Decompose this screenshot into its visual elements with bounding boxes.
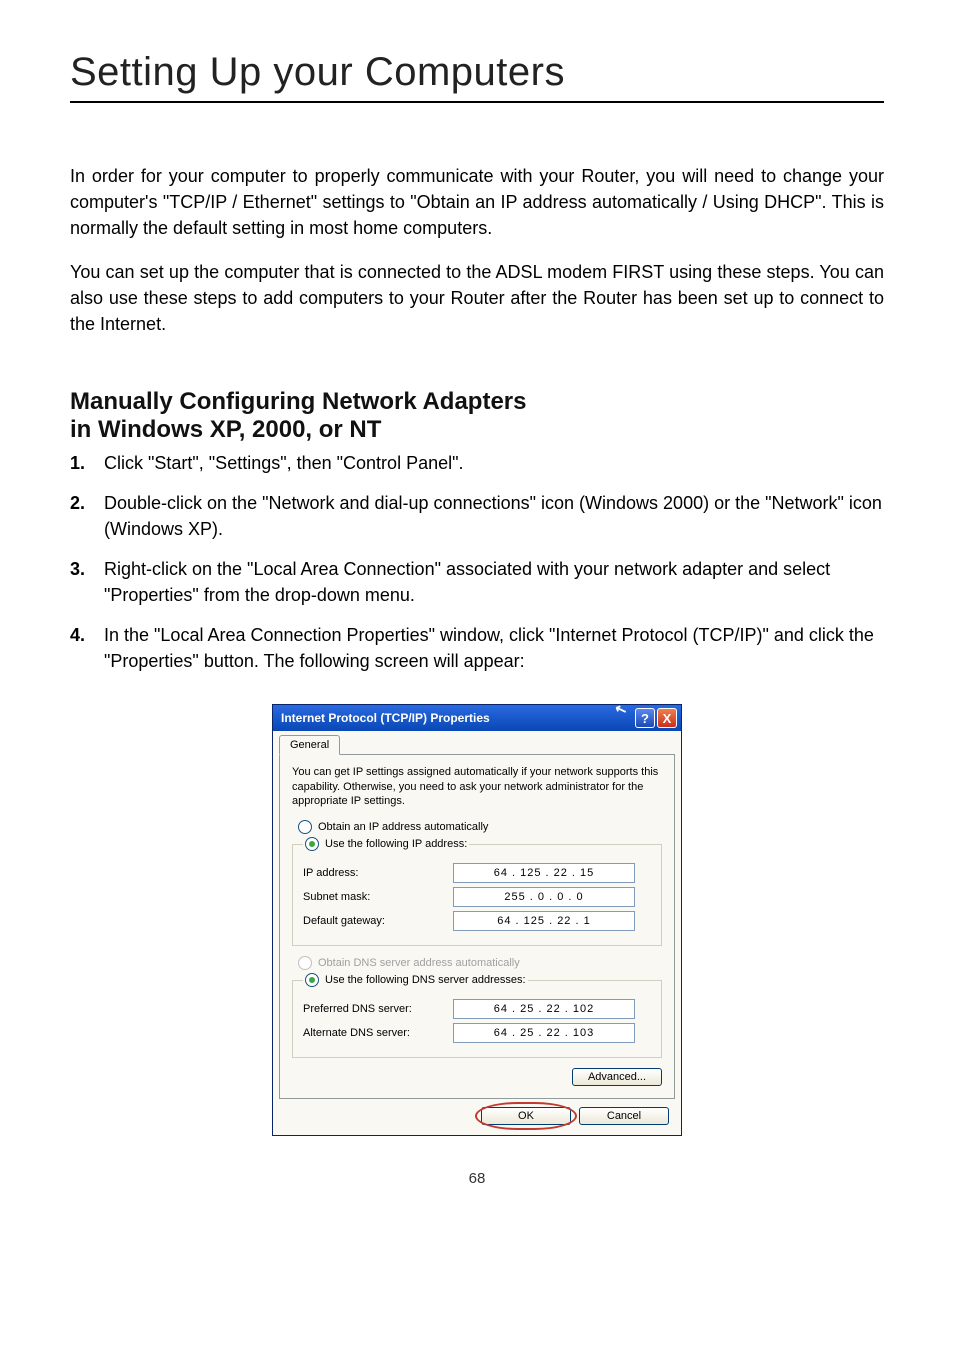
page-title: Setting Up your Computers <box>70 50 884 95</box>
ok-highlight-ring: OK <box>481 1107 571 1125</box>
step-text: Click "Start", "Settings", then "Control… <box>104 450 884 476</box>
advanced-button[interactable]: Advanced... <box>572 1068 662 1086</box>
label-ip-address: IP address: <box>303 867 453 879</box>
radio-label: Use the following DNS server addresses: <box>325 974 526 986</box>
step-text: Right-click on the "Local Area Connectio… <box>104 556 884 608</box>
input-ip-address[interactable]: 64 . 125 . 22 . 15 <box>453 863 635 883</box>
intro-para-1: In order for your computer to properly c… <box>70 163 884 241</box>
label-alternate-dns: Alternate DNS server: <box>303 1027 453 1039</box>
radio-icon <box>305 973 319 987</box>
step-number: 1. <box>70 450 104 476</box>
radio-icon <box>298 820 312 834</box>
ok-button[interactable]: OK <box>481 1107 571 1125</box>
label-subnet-mask: Subnet mask: <box>303 891 453 903</box>
step-2: 2. Double-click on the "Network and dial… <box>70 490 884 542</box>
section-heading-line1: Manually Configuring Network Adapters <box>70 388 526 415</box>
dialog-titlebar[interactable]: Internet Protocol (TCP/IP) Properties ↖ … <box>273 705 681 731</box>
tab-general[interactable]: General <box>279 735 340 755</box>
label-preferred-dns: Preferred DNS server: <box>303 1003 453 1015</box>
radio-icon <box>298 956 312 970</box>
radio-icon <box>305 837 319 851</box>
section-heading: Manually Configuring Network Adapters in… <box>70 388 884 444</box>
use-dns-group: Use the following DNS server addresses: … <box>292 973 662 1058</box>
input-subnet-mask[interactable]: 255 . 0 . 0 . 0 <box>453 887 635 907</box>
dialog-help-button[interactable]: ? <box>635 708 655 728</box>
tcpip-properties-dialog: Internet Protocol (TCP/IP) Properties ↖ … <box>272 704 682 1136</box>
cursor-icon: ↖ <box>613 700 630 720</box>
radio-label: Obtain DNS server address automatically <box>318 957 520 969</box>
step-number: 3. <box>70 556 104 608</box>
radio-use-ip[interactable]: Use the following IP address: <box>305 837 467 851</box>
steps-list: 1. Click "Start", "Settings", then "Cont… <box>70 450 884 675</box>
step-number: 2. <box>70 490 104 542</box>
title-rule <box>70 101 884 103</box>
radio-label: Obtain an IP address automatically <box>318 821 488 833</box>
input-alternate-dns[interactable]: 64 . 25 . 22 . 103 <box>453 1023 635 1043</box>
radio-use-dns[interactable]: Use the following DNS server addresses: <box>305 973 526 987</box>
cancel-button[interactable]: Cancel <box>579 1107 669 1125</box>
step-number: 4. <box>70 622 104 674</box>
page-number: 68 <box>70 1170 884 1187</box>
dialog-close-button[interactable]: X <box>657 708 677 728</box>
step-text: Double-click on the "Network and dial-up… <box>104 490 884 542</box>
input-preferred-dns[interactable]: 64 . 25 . 22 . 102 <box>453 999 635 1019</box>
step-4: 4. In the "Local Area Connection Propert… <box>70 622 884 674</box>
step-1: 1. Click "Start", "Settings", then "Cont… <box>70 450 884 476</box>
dialog-description: You can get IP settings assigned automat… <box>292 765 662 808</box>
step-3: 3. Right-click on the "Local Area Connec… <box>70 556 884 608</box>
input-default-gateway[interactable]: 64 . 125 . 22 . 1 <box>453 911 635 931</box>
dialog-title: Internet Protocol (TCP/IP) Properties <box>281 711 490 725</box>
use-ip-group: Use the following IP address: IP address… <box>292 837 662 946</box>
section-heading-line2: in Windows XP, 2000, or NT <box>70 416 381 443</box>
step-text: In the "Local Area Connection Properties… <box>104 622 884 674</box>
label-default-gateway: Default gateway: <box>303 915 453 927</box>
radio-obtain-dns: Obtain DNS server address automatically <box>298 956 662 970</box>
intro-para-2: You can set up the computer that is conn… <box>70 259 884 337</box>
radio-label: Use the following IP address: <box>325 838 467 850</box>
radio-obtain-ip[interactable]: Obtain an IP address automatically <box>298 820 662 834</box>
